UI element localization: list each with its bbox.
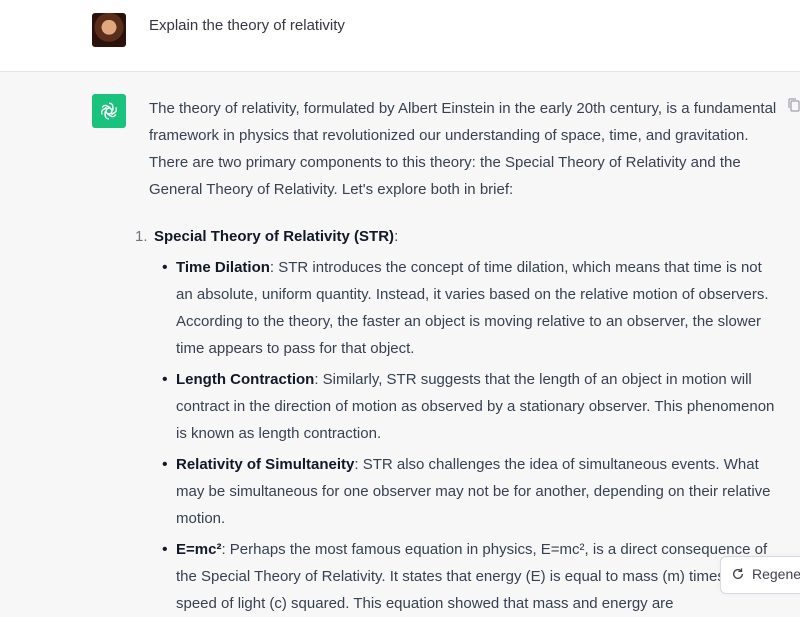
user-avatar [92,13,126,47]
user-message-text: Explain the theory of relativity [149,17,345,34]
user-message-row: Explain the theory of relativity [0,0,800,72]
bullet-title: Relativity of Simultaneity [176,456,355,473]
numbered-list-item: 1. Special Theory of Relativity (STR): T… [135,223,779,617]
list-item: Length Contraction: Similarly, STR sugge… [154,366,779,447]
assistant-answer: The theory of relativity, formulated by … [135,95,779,617]
list-number: 1. [135,228,148,245]
bullet-title: Length Contraction [176,371,315,388]
bullet-title: Time Dilation [176,259,270,276]
list-item: E=mc²: Perhaps the most famous equation … [154,536,779,617]
answer-intro: The theory of relativity, formulated by … [149,100,777,198]
bullet-list: Time Dilation: STR introduces the concep… [154,254,779,617]
refresh-icon [732,568,744,579]
regenerate-button[interactable]: Regener [720,556,800,594]
section-title-suffix: : [394,228,399,245]
bullet-text: : Perhaps the most famous equation in ph… [176,541,768,612]
numbered-list: 1. Special Theory of Relativity (STR): T… [135,223,779,617]
assistant-message-row: The theory of relativity, formulated by … [0,72,800,612]
bullet-title: E=mc² [176,541,222,558]
list-item: Relativity of Simultaneity: STR also cha… [154,451,779,532]
openai-logo-icon [92,94,126,128]
section-title: Special Theory of Relativity (STR) [154,228,395,245]
list-item: Time Dilation: STR introduces the concep… [154,254,779,362]
copy-icon[interactable] [788,98,800,112]
regenerate-label: Regener [752,566,800,582]
